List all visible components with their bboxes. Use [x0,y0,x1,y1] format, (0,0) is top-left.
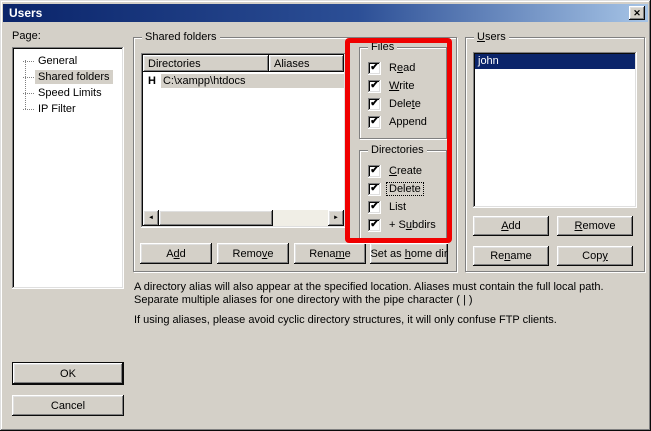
checkbox-checked-icon[interactable]: ✔ [368,116,381,129]
alias-note-1: A directory alias will also appear at th… [134,281,646,307]
check-icon: ✔ [370,117,378,127]
check-icon: ✔ [370,63,378,73]
create-checkbox-label[interactable]: Create [387,165,424,177]
page-item-ip-filter[interactable]: IP Filter [14,101,122,117]
checkbox-checked-icon[interactable]: ✔ [368,183,381,196]
close-button[interactable]: ✕ [629,6,645,20]
scroll-left-icon: ◄ [148,215,154,221]
column-header-directories[interactable]: Directories [143,55,269,72]
shared-folders-group-label: Shared folders [142,30,220,44]
checkbox-checked-icon[interactable]: ✔ [368,62,381,75]
shared-rename-button[interactable]: Rename [294,243,366,264]
users-group-label: Users [474,30,509,44]
page-list[interactable]: General Shared folders Speed Limits IP F… [12,47,124,289]
listview-header: Directories Aliases [143,55,344,72]
files-permissions-group: Files ✔ Read ✔ Write ✔ Delete ✔ Append [359,47,447,139]
checkbox-checked-icon[interactable]: ✔ [368,219,381,232]
users-group: Users john Add Remove Rename Copy [465,37,645,272]
shared-folders-group: Shared folders Directories Aliases H C:\… [133,37,457,272]
checkbox-checked-icon[interactable]: ✔ [368,80,381,93]
directory-path: C:\xampp\htdocs [161,74,344,88]
checkbox-checked-icon[interactable]: ✔ [368,165,381,178]
scroll-left-button[interactable]: ◄ [143,210,159,226]
subdirs-checkbox-label[interactable]: + Subdirs [387,219,438,231]
users-add-button[interactable]: Add [473,216,549,236]
tree-branch-line [25,60,26,109]
shared-remove-button[interactable]: Remove [217,243,289,264]
list-checkbox-label[interactable]: List [387,201,408,213]
directories-group-label: Directories [368,143,427,157]
home-dir-marker: H [143,75,161,87]
ok-button[interactable]: OK [12,362,124,385]
directory-row[interactable]: H C:\xampp\htdocs [143,73,344,89]
subdirs-checkbox-row[interactable]: ✔ + Subdirs [368,216,446,234]
check-icon: ✔ [370,81,378,91]
users-rename-button[interactable]: Rename [473,246,549,266]
files-group-label: Files [368,40,397,54]
scrollbar-track[interactable] [273,210,328,226]
directories-permissions-group: Directories ✔ Create ✔ Delete ✔ List ✔ +… [359,150,447,243]
dirs-delete-checkbox-row[interactable]: ✔ Delete [368,180,446,198]
list-checkbox-row[interactable]: ✔ List [368,198,446,216]
create-checkbox-row[interactable]: ✔ Create [368,162,446,180]
files-delete-checkbox-label[interactable]: Delete [387,98,423,110]
check-icon: ✔ [370,99,378,109]
checkbox-checked-icon[interactable]: ✔ [368,201,381,214]
check-icon: ✔ [370,202,378,212]
close-icon: ✕ [633,9,641,18]
shared-add-button[interactable]: Add [140,243,212,264]
scroll-right-button[interactable]: ► [328,210,344,226]
write-checkbox-label[interactable]: Write [387,80,416,92]
page-item-speed-limits[interactable]: Speed Limits [14,85,122,101]
check-icon: ✔ [370,166,378,176]
cancel-button[interactable]: Cancel [12,395,124,416]
user-name: john [478,55,499,67]
alias-note-2: If using aliases, please avoid cyclic di… [134,314,646,327]
check-icon: ✔ [370,220,378,230]
set-as-home-dir-button[interactable]: Set as home dir [370,243,448,264]
files-delete-checkbox-row[interactable]: ✔ Delete [368,95,446,113]
page-item-label-selected: Shared folders [35,70,113,84]
check-icon: ✔ [370,184,378,194]
read-checkbox-row[interactable]: ✔ Read [368,59,446,77]
alias-description: A directory alias will also appear at th… [134,281,646,327]
horizontal-scrollbar[interactable]: ◄ ► [143,210,344,226]
directories-listview[interactable]: Directories Aliases H C:\xampp\htdocs ◄ … [141,53,346,228]
page-item-label: Speed Limits [35,86,105,100]
read-checkbox-label[interactable]: Read [387,62,417,74]
write-checkbox-row[interactable]: ✔ Write [368,77,446,95]
users-remove-button[interactable]: Remove [557,216,633,236]
page-item-shared-folders[interactable]: Shared folders [14,69,122,85]
scrollbar-thumb[interactable] [159,210,273,226]
page-label: Page: [12,30,41,42]
user-row-john[interactable]: john [475,54,635,69]
column-header-aliases[interactable]: Aliases [269,55,344,72]
users-copy-button[interactable]: Copy [557,246,633,266]
scroll-right-icon: ► [333,215,339,221]
dirs-delete-checkbox-label[interactable]: Delete [387,183,423,195]
window-title: Users [9,6,42,20]
append-checkbox-label[interactable]: Append [387,116,429,128]
page-item-label: General [35,54,80,68]
listview-body: H C:\xampp\htdocs [143,72,344,210]
page-item-label: IP Filter [35,102,79,116]
users-list[interactable]: john [473,52,637,208]
checkbox-checked-icon[interactable]: ✔ [368,98,381,111]
append-checkbox-row[interactable]: ✔ Append [368,113,446,131]
page-item-general[interactable]: General [14,53,122,69]
users-dialog: Users ✕ Page: General Shared folders Spe… [0,0,651,431]
title-bar[interactable]: Users ✕ [3,4,648,22]
